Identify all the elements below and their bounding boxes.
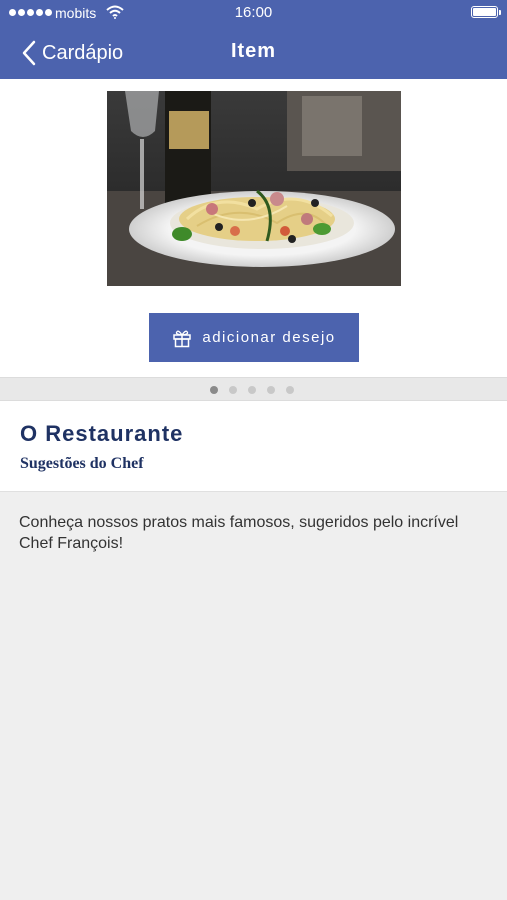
- page-dot[interactable]: [267, 386, 275, 394]
- page-indicator-bar: [0, 377, 507, 401]
- page-indicator[interactable]: [210, 386, 294, 394]
- item-media-area: adicionar desejo: [0, 79, 507, 377]
- item-title: O Restaurante: [20, 421, 184, 446]
- add-wish-button[interactable]: adicionar desejo: [149, 313, 359, 362]
- battery-icon: [471, 6, 501, 18]
- item-subtitle: Sugestões do Chef: [20, 455, 144, 472]
- gift-icon: [173, 330, 192, 347]
- pasta-dish-photo: [107, 91, 401, 286]
- page-dot[interactable]: [210, 386, 218, 394]
- item-photo[interactable]: [107, 91, 401, 286]
- page-dot[interactable]: [248, 386, 256, 394]
- item-title-card: O Restaurante Sugestões do Chef: [0, 401, 507, 492]
- add-wish-button-label: adicionar desejo: [202, 329, 336, 346]
- status-time: 16:00: [234, 4, 273, 21]
- page-title: Item: [230, 40, 277, 62]
- page-dot[interactable]: [286, 386, 294, 394]
- app-header: mobits 16:00 Cardápio Item: [0, 0, 507, 79]
- item-description: Conheça nossos pratos mais famosos, suge…: [19, 514, 459, 552]
- page-dot[interactable]: [229, 386, 237, 394]
- status-bar: mobits 16:00: [0, 0, 507, 26]
